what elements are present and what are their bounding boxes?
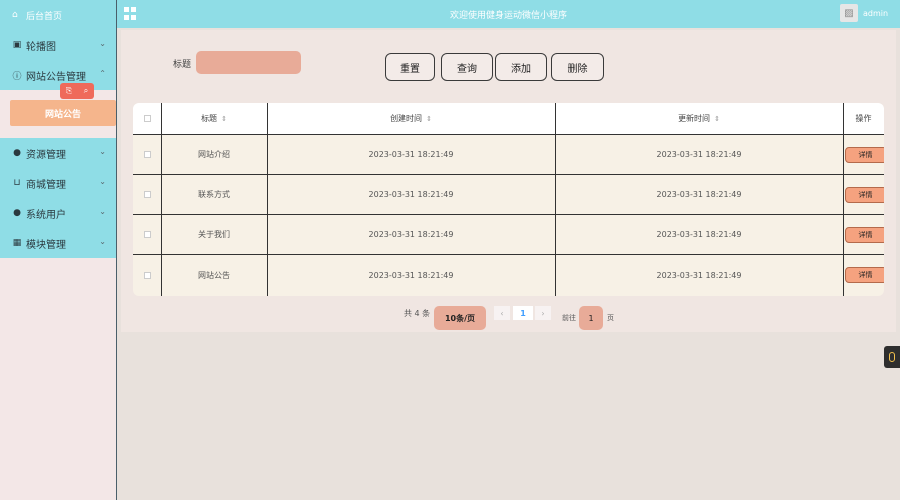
column-divider bbox=[843, 103, 844, 296]
cart-icon: ⊔ bbox=[13, 178, 21, 188]
sidebar-home-label: 后台首页 bbox=[26, 11, 63, 22]
column-divider bbox=[555, 103, 556, 296]
column-header: 更新时间 bbox=[678, 114, 711, 123]
image-icon: ▣ bbox=[12, 40, 22, 50]
column-header: 标题 bbox=[201, 114, 218, 123]
top-bar: 欢迎使用健身运动微信小程序 ▨ admin bbox=[117, 0, 900, 28]
row-updated: 2023-03-31 18:21:49 bbox=[656, 230, 742, 239]
row-checkbox[interactable] bbox=[143, 151, 151, 158]
table-header: 标题 ⇕ 创建时间 ⇕ 更新时间 ⇕ 操作 bbox=[133, 103, 884, 135]
sidebar-item-users[interactable]: ● 系统用户 ⌄ bbox=[0, 198, 116, 228]
prev-page-icon[interactable]: ‹ bbox=[494, 306, 510, 320]
row-title: 联系方式 bbox=[198, 190, 230, 199]
goto-page-input[interactable]: 1 bbox=[579, 306, 603, 330]
next-page-icon[interactable]: › bbox=[535, 306, 551, 320]
page-size-select[interactable]: 10条/页 bbox=[434, 306, 486, 330]
table-row: 网站公告 2023-03-31 18:21:49 2023-03-31 18:2… bbox=[133, 255, 884, 295]
table-row: 联系方式 2023-03-31 18:21:49 2023-03-31 18:2… bbox=[133, 175, 884, 215]
chevron-down-icon: ⌄ bbox=[99, 237, 106, 246]
goto-label: 前往 bbox=[562, 314, 576, 322]
sidebar-item-label: 轮播图 bbox=[26, 41, 56, 53]
sidebar: ⌂ 后台首页 ▣ 轮播图 ⌄ ⓘ 网站公告管理 ⌃ ⎘ ⌕ 网站公告 ● 资源管… bbox=[0, 0, 117, 500]
chevron-down-icon: ⌄ bbox=[99, 177, 106, 186]
chevron-down-icon: ⌄ bbox=[99, 39, 106, 48]
row-title: 关于我们 bbox=[198, 230, 230, 239]
row-title: 网站公告 bbox=[198, 270, 230, 280]
page-number-current[interactable]: 1 bbox=[513, 306, 533, 320]
user-icon: ● bbox=[13, 208, 21, 218]
search-label: 标题 bbox=[173, 60, 192, 70]
floating-widget-icon[interactable] bbox=[884, 346, 900, 368]
row-updated: 2023-03-31 18:21:49 bbox=[656, 150, 742, 159]
sidebar-item-label: 网站公告管理 bbox=[26, 71, 86, 83]
sort-icon: ⇕ bbox=[714, 114, 720, 123]
sidebar-item-shop[interactable]: ⊔ 商城管理 ⌄ bbox=[0, 168, 116, 198]
table-row: 关于我们 2023-03-31 18:21:49 2023-03-31 18:2… bbox=[133, 215, 884, 255]
data-table: 标题 ⇕ 创建时间 ⇕ 更新时间 ⇕ 操作 网站介绍 2023-03-31 18:21… bbox=[133, 103, 884, 296]
sidebar-item-announcements[interactable]: ⓘ 网站公告管理 ⌃ bbox=[0, 60, 116, 90]
detail-button[interactable]: 详情 bbox=[844, 267, 884, 283]
sidebar-home[interactable]: ⌂ 后台首页 bbox=[0, 0, 116, 30]
sort-icon: ⇕ bbox=[426, 114, 432, 123]
floating-tools: ⎘ ⌕ bbox=[60, 83, 94, 99]
chevron-down-icon: ⌄ bbox=[99, 147, 106, 156]
sidebar-item-label: 资源管理 bbox=[26, 149, 66, 161]
sidebar-item-carousel[interactable]: ▣ 轮播图 ⌄ bbox=[0, 30, 116, 60]
info-icon: ⓘ bbox=[12, 71, 22, 82]
pin-icon: ● bbox=[13, 148, 21, 158]
chevron-up-icon: ⌃ bbox=[99, 69, 106, 78]
query-button[interactable]: 查询 bbox=[441, 53, 493, 81]
main-panel: 标题 重置 查询 添加 删除 标题 ⇕ 创建时间 ⇕ 更新时间 ⇕ 操作 网站介绍 bbox=[121, 30, 896, 332]
detail-button[interactable]: 详情 bbox=[844, 186, 884, 203]
header-updated-col[interactable]: 更新时间 ⇕ bbox=[555, 103, 843, 134]
sidebar-subitem-announcement[interactable]: 网站公告 bbox=[10, 100, 116, 126]
add-button[interactable]: 添加 bbox=[495, 53, 547, 81]
header-action-col: 操作 bbox=[843, 103, 884, 134]
column-divider bbox=[267, 103, 268, 296]
row-checkbox[interactable] bbox=[143, 271, 151, 279]
sidebar-item-resources[interactable]: ● 资源管理 ⌄ bbox=[0, 138, 116, 168]
grid-icon: ▦ bbox=[12, 238, 22, 248]
chevron-down-icon: ⌄ bbox=[99, 207, 106, 216]
row-created: 2023-03-31 18:21:49 bbox=[368, 270, 454, 280]
goto-suffix: 页 bbox=[607, 314, 614, 322]
sidebar-item-label: 系统用户 bbox=[26, 209, 66, 221]
table-row: 网站介绍 2023-03-31 18:21:49 2023-03-31 18:2… bbox=[133, 135, 884, 175]
row-created: 2023-03-31 18:21:49 bbox=[368, 190, 454, 199]
row-title: 网站介绍 bbox=[198, 150, 230, 159]
select-all-cell bbox=[133, 103, 161, 134]
reset-button[interactable]: 重置 bbox=[385, 53, 435, 81]
delete-button[interactable]: 删除 bbox=[551, 53, 604, 81]
sidebar-item-label: 商城管理 bbox=[26, 179, 66, 191]
row-checkbox[interactable] bbox=[143, 231, 151, 238]
avatar[interactable]: ▨ bbox=[840, 4, 858, 22]
column-header: 创建时间 bbox=[390, 114, 423, 123]
row-created: 2023-03-31 18:21:49 bbox=[368, 230, 454, 239]
title-search-input[interactable] bbox=[196, 51, 301, 74]
column-header: 操作 bbox=[855, 114, 872, 123]
row-updated: 2023-03-31 18:21:49 bbox=[656, 190, 742, 199]
header-created-col[interactable]: 创建时间 ⇕ bbox=[267, 103, 555, 134]
row-updated: 2023-03-31 18:21:49 bbox=[656, 270, 742, 280]
sidebar-item-label: 模块管理 bbox=[26, 239, 66, 251]
home-icon: ⌂ bbox=[12, 9, 18, 20]
sidebar-item-modules[interactable]: ▦ 模块管理 ⌄ bbox=[0, 228, 116, 258]
header-title-col[interactable]: 标题 ⇕ bbox=[161, 103, 267, 134]
row-checkbox[interactable] bbox=[143, 191, 151, 198]
sort-icon: ⇕ bbox=[221, 114, 227, 123]
header-title: 欢迎使用健身运动微信小程序 bbox=[449, 11, 567, 21]
row-created: 2023-03-31 18:21:49 bbox=[368, 150, 454, 159]
detail-button[interactable]: 详情 bbox=[844, 146, 884, 163]
pagination-total: 共 4 条 bbox=[404, 309, 431, 318]
sidebar-submenu: ⎘ ⌕ 网站公告 bbox=[0, 83, 116, 138]
select-all-checkbox[interactable] bbox=[143, 115, 151, 122]
username[interactable]: admin bbox=[863, 9, 888, 18]
detail-button[interactable]: 详情 bbox=[844, 226, 884, 243]
column-divider bbox=[161, 103, 162, 296]
search-icon[interactable]: ⌕ bbox=[84, 86, 88, 96]
translate-icon[interactable]: ⎘ bbox=[66, 86, 72, 96]
